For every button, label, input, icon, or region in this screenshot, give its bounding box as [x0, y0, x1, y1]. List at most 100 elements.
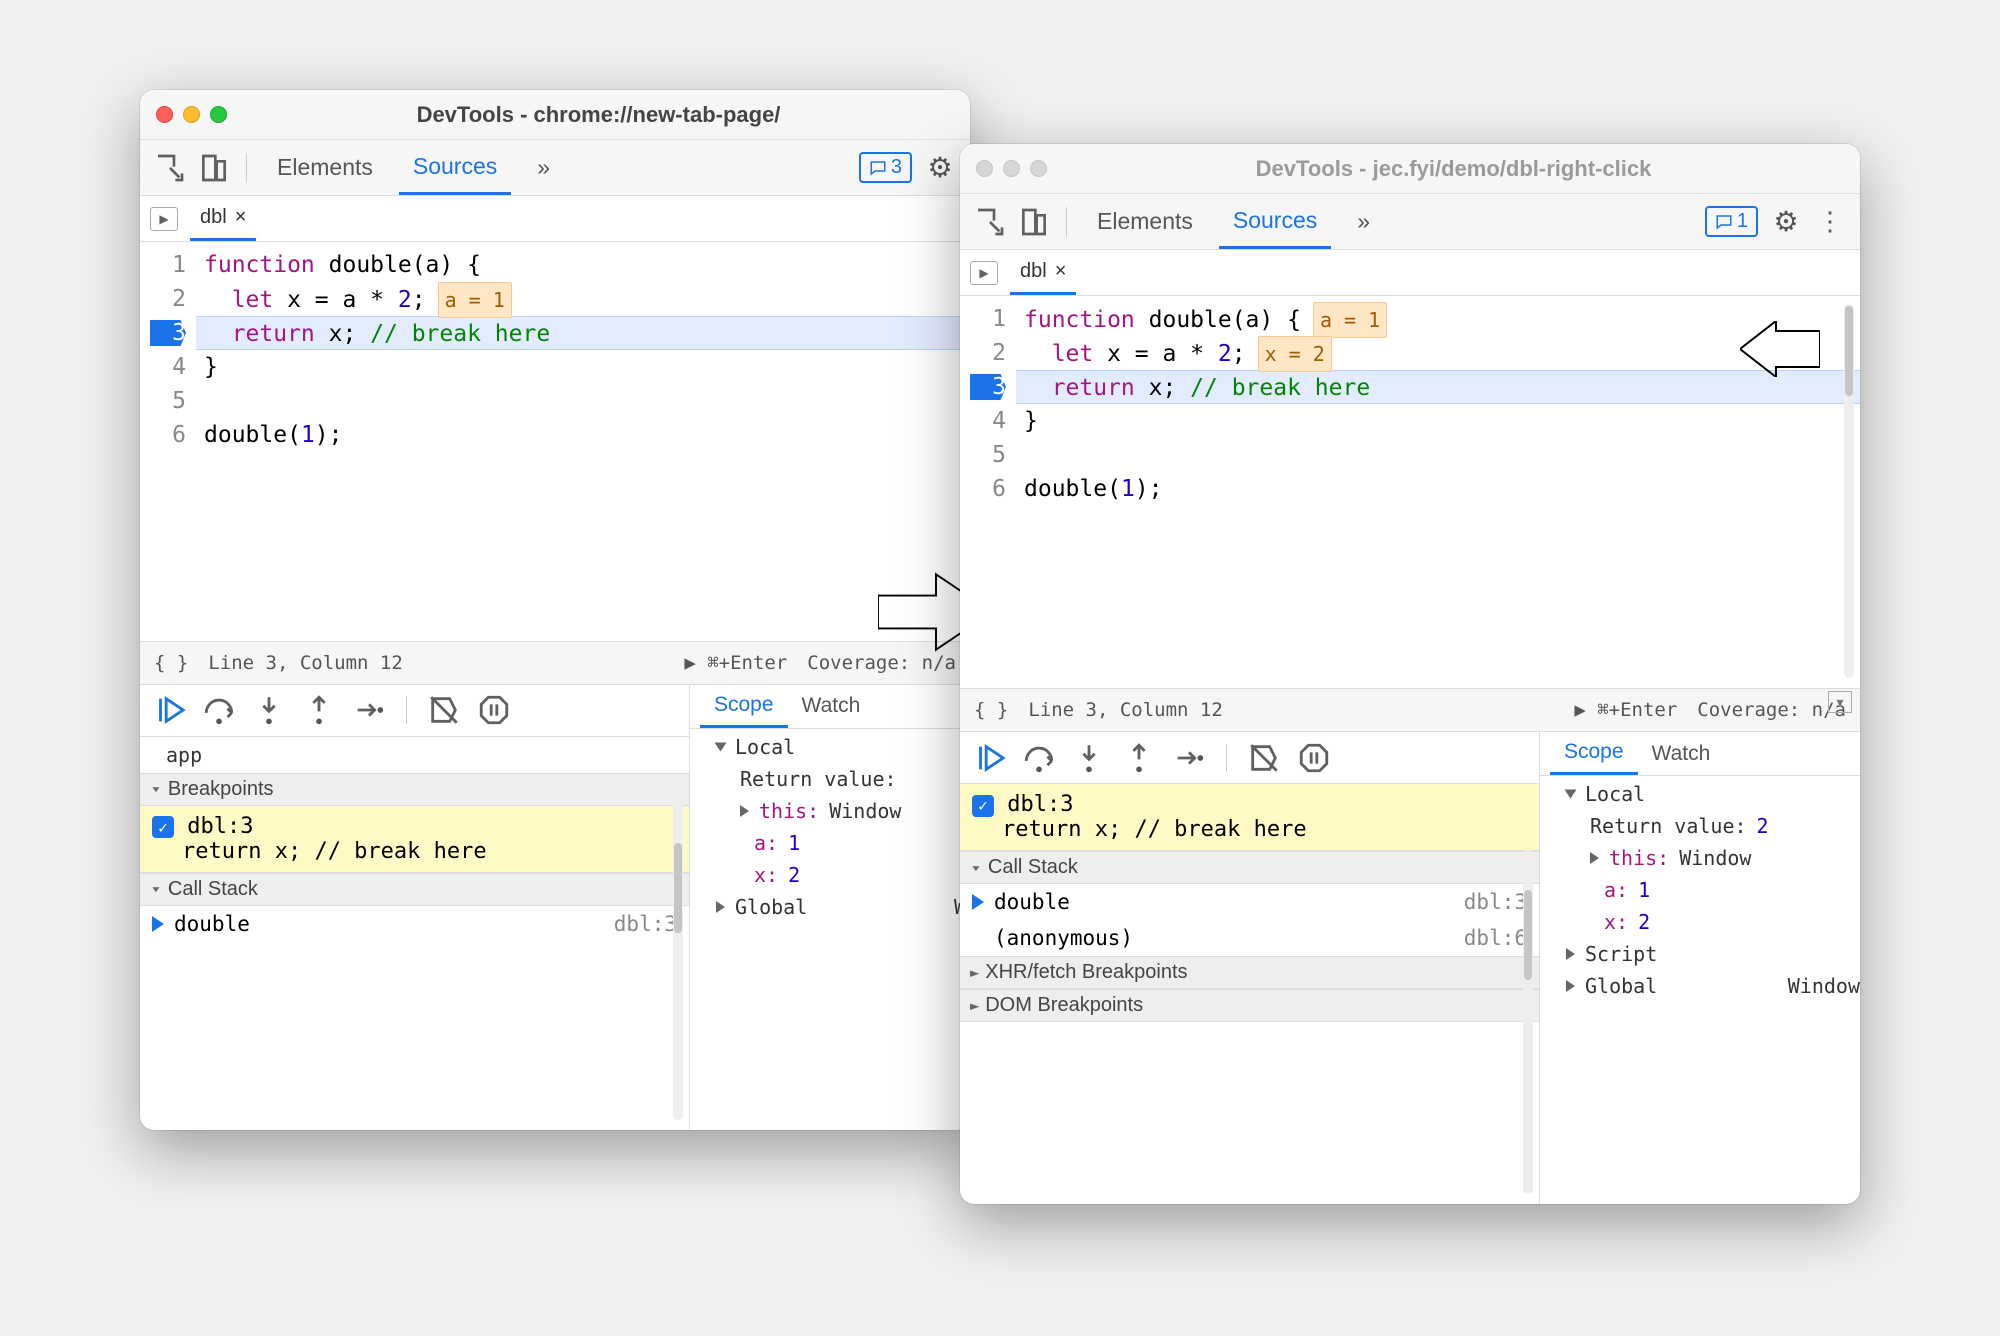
stack-frame[interactable]: double dbl:3 [140, 906, 689, 942]
code-lines: function double(a) { let x = a * 2;a = 1… [196, 242, 970, 641]
close-icon[interactable] [156, 106, 173, 123]
tab-watch[interactable]: Watch [1638, 732, 1725, 775]
code-editor[interactable]: 12 3 456 function double(a) {a = 1 let x… [960, 296, 1860, 688]
scope-tabs: Scope Watch [1540, 732, 1860, 776]
tab-elements[interactable]: Elements [263, 140, 387, 195]
tab-more[interactable]: » [1343, 194, 1384, 249]
debug-left: ✓ dbl:3 return x; // break here Call Sta… [960, 732, 1540, 1204]
app-label: app [166, 739, 689, 771]
section-dom-breakpoints[interactable]: DOM Breakpoints [960, 989, 1539, 1022]
scope-tabs: Scope Watch [690, 685, 970, 729]
resume-icon[interactable] [152, 693, 186, 727]
main-toolbar: Elements Sources » 1 [960, 194, 1860, 250]
step-over-icon[interactable] [202, 693, 236, 727]
close-icon[interactable] [976, 160, 993, 177]
step-out-icon[interactable] [1122, 741, 1156, 775]
breakpoint-item[interactable]: ✓ dbl:3 return x; // break here [960, 784, 1539, 851]
step-over-icon[interactable] [1022, 741, 1056, 775]
checkbox-icon[interactable]: ✓ [972, 795, 994, 817]
file-tab-dbl[interactable]: dbl × [1010, 250, 1076, 295]
device-icon[interactable] [198, 152, 230, 184]
window-title: DevTools - chrome://new-tab-page/ [243, 102, 954, 128]
inspect-icon[interactable] [154, 152, 186, 184]
tab-scope[interactable]: Scope [700, 685, 788, 728]
code-editor[interactable]: 12 3 456 function double(a) { let x = a … [140, 242, 970, 641]
scrollbar[interactable] [1844, 304, 1854, 678]
stack-frame[interactable]: (anonymous) dbl:6 [960, 920, 1539, 956]
stack-frame[interactable]: double dbl:3 [960, 884, 1539, 920]
deactivate-breakpoints-icon[interactable] [1247, 741, 1281, 775]
step-into-icon[interactable] [1072, 741, 1106, 775]
tab-scope[interactable]: Scope [1550, 732, 1638, 775]
tab-elements[interactable]: Elements [1083, 194, 1207, 249]
section-breakpoints[interactable]: Breakpoints [140, 773, 689, 806]
debug-right: Scope Watch Local Return value: this: Wi… [690, 685, 970, 1131]
resume-icon[interactable] [972, 741, 1006, 775]
deactivate-breakpoints-icon[interactable] [427, 693, 461, 727]
code-gutter[interactable]: 12 3 456 [960, 296, 1016, 688]
debug-controls [140, 685, 689, 737]
step-out-icon[interactable] [302, 693, 336, 727]
zoom-icon[interactable] [1030, 160, 1047, 177]
tab-sources[interactable]: Sources [399, 140, 511, 195]
show-sidebar-icon[interactable]: ▾ [1828, 691, 1852, 713]
inline-hint: a = 1 [1313, 302, 1387, 338]
section-call-stack[interactable]: Call Stack [960, 851, 1539, 884]
callout-arrow-icon [1740, 321, 1820, 377]
run-button[interactable]: ▶ ⌘+Enter [684, 652, 787, 674]
file-tab-label: dbl [200, 206, 227, 229]
breakpoint-marker[interactable]: 3 [140, 316, 186, 350]
checkbox-icon[interactable]: ✓ [152, 816, 174, 838]
pause-exceptions-icon[interactable] [1297, 741, 1331, 775]
tab-more[interactable]: » [523, 140, 564, 195]
current-frame-icon [972, 894, 984, 910]
debug-controls [960, 732, 1539, 784]
close-tab-icon[interactable]: × [1055, 260, 1067, 283]
tab-sources[interactable]: Sources [1219, 194, 1331, 249]
navigator-icon[interactable]: ▶ [150, 207, 178, 231]
editor-status-bar: { } Line 3, Column 12 ▶ ⌘+Enter Coverage… [140, 641, 970, 685]
brackets-icon[interactable]: { } [974, 699, 1008, 721]
scope-tree: Local Return value: this: Window a: 1 x:… [690, 729, 970, 925]
step-into-icon[interactable] [252, 693, 286, 727]
kebab-menu-icon[interactable] [1814, 206, 1846, 238]
device-icon[interactable] [1018, 206, 1050, 238]
section-xhr-breakpoints[interactable]: XHR/fetch Breakpoints [960, 956, 1539, 989]
gear-icon[interactable] [1770, 206, 1802, 238]
scrollbar[interactable] [1523, 850, 1533, 1194]
devtools-window-right: DevTools - jec.fyi/demo/dbl-right-click … [960, 144, 1860, 1204]
issues-badge[interactable]: 3 [859, 152, 912, 183]
inspect-icon[interactable] [974, 206, 1006, 238]
zoom-icon[interactable] [210, 106, 227, 123]
breakpoint-item[interactable]: ✓ dbl:3 return x; // break here [140, 806, 689, 873]
close-tab-icon[interactable]: × [235, 206, 247, 229]
debugger-pane: ✓ dbl:3 return x; // break here Call Sta… [960, 732, 1860, 1204]
main-toolbar: Elements Sources » 3 [140, 140, 970, 196]
inline-hint: a = 1 [438, 282, 512, 318]
minimize-icon[interactable] [183, 106, 200, 123]
pause-exceptions-icon[interactable] [477, 693, 511, 727]
tab-watch[interactable]: Watch [788, 685, 875, 728]
code-lines: function double(a) {a = 1 let x = a * 2;… [1016, 296, 1860, 688]
issues-badge[interactable]: 1 [1705, 206, 1758, 237]
breakpoint-marker[interactable]: 3 [960, 370, 1006, 404]
gear-icon[interactable] [924, 152, 956, 184]
scope-tree: Local Return value: 2 this: Window a: 1 … [1540, 776, 1860, 1004]
files-bar: ▶ dbl × [960, 250, 1860, 296]
navigator-icon[interactable]: ▶ [970, 261, 998, 285]
debugger-pane: app Breakpoints ✓ dbl:3 return x; // bre… [140, 685, 970, 1131]
step-icon[interactable] [1172, 741, 1206, 775]
file-tab-dbl[interactable]: dbl × [190, 196, 256, 241]
minimize-icon[interactable] [1003, 160, 1020, 177]
issues-count: 1 [1737, 210, 1748, 233]
code-gutter[interactable]: 12 3 456 [140, 242, 196, 641]
brackets-icon[interactable]: { } [154, 652, 188, 674]
section-call-stack[interactable]: Call Stack [140, 873, 689, 906]
run-button[interactable]: ▶ ⌘+Enter [1574, 699, 1677, 721]
window-controls [156, 106, 227, 123]
issues-count: 3 [891, 156, 902, 179]
files-bar: ▶ dbl × [140, 196, 970, 242]
step-icon[interactable] [352, 693, 386, 727]
scrollbar[interactable] [673, 803, 683, 1121]
window-title: DevTools - jec.fyi/demo/dbl-right-click [1063, 156, 1844, 182]
